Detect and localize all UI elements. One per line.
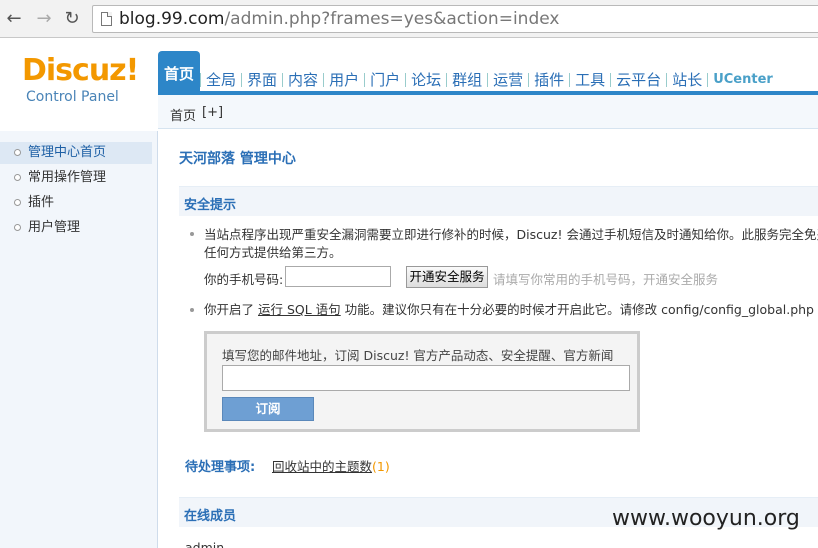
sidebar-item-label: 管理中心首页 — [28, 145, 107, 160]
open-security-service-button[interactable]: 开通安全服务 — [406, 266, 488, 288]
breadcrumb: 首页 [+] — [158, 95, 818, 129]
sidebar-item-label: 插件 — [28, 195, 55, 210]
tab-13[interactable]: UCenter — [708, 66, 778, 94]
tab-4[interactable]: 用户 — [324, 66, 364, 94]
security-tip-text-cont: 任何方式提供给第三方。 — [204, 245, 342, 260]
sidebar-item-plugins[interactable]: 插件 — [0, 192, 152, 214]
sidebar-item-home[interactable]: 管理中心首页 — [0, 142, 152, 164]
reload-icon[interactable]: ↻ — [62, 8, 82, 30]
security-tip-text: 当站点程序出现严重安全漏洞需要立即进行修补的时候，Discuz! 会通过手机短信… — [204, 227, 818, 242]
tab-10[interactable]: 工具 — [570, 66, 610, 94]
back-arrow-icon[interactable]: ← — [4, 8, 24, 30]
tab-1[interactable]: 全局 — [201, 66, 241, 94]
bullet-icon — [14, 174, 21, 181]
watermark: www.wooyun.org — [612, 506, 800, 531]
security-section-header: 安全提示 — [179, 186, 818, 216]
phone-hint: 请填写你常用的手机号码，开通安全服务 — [493, 272, 719, 287]
online-user[interactable]: admin — [185, 540, 224, 548]
sidebar: 管理中心首页 常用操作管理 插件 用户管理 — [0, 131, 158, 548]
tab-11[interactable]: 云平台 — [611, 66, 666, 94]
recycle-bin-link[interactable]: 回收站中的主题数 — [272, 459, 372, 474]
page-title: 天河部落 管理中心 — [179, 151, 296, 167]
tab-12[interactable]: 站长 — [667, 66, 707, 94]
section-title: 在线成员 — [184, 509, 237, 524]
tab-7[interactable]: 群组 — [447, 66, 487, 94]
subscribe-box: 填写您的邮件地址，订阅 Discuz! 官方产品动态、安全提醒、官方新闻 订阅 — [204, 331, 640, 432]
bullet-icon — [190, 232, 194, 236]
tab-5[interactable]: 门户 — [365, 66, 405, 94]
pending-label: 待处理事项: — [185, 460, 256, 475]
phone-number-input[interactable] — [285, 266, 391, 287]
subscribe-button[interactable]: 订阅 — [222, 397, 314, 421]
run-sql-link[interactable]: 运行 SQL 语句 — [258, 302, 341, 317]
url-text[interactable]: blog.99.com/admin.php?frames=yes&action=… — [119, 9, 559, 29]
subscribe-label: 填写您的邮件地址，订阅 Discuz! 官方产品动态、安全提醒、官方新闻 — [222, 348, 614, 363]
add-shortcut-link[interactable]: [+] — [202, 105, 223, 120]
section-title: 安全提示 — [184, 198, 237, 213]
sql-tip-text: 你开启了 运行 SQL 语句 功能。建议你只有在十分必要的时候才开启此它。请修改… — [204, 302, 818, 317]
bullet-icon — [14, 199, 21, 206]
phone-label: 你的手机号码: — [204, 272, 284, 287]
pending-count: (1) — [372, 459, 390, 474]
sidebar-item-label: 常用操作管理 — [28, 170, 107, 185]
sidebar-item-common-ops[interactable]: 常用操作管理 — [0, 167, 152, 189]
tab-3[interactable]: 内容 — [283, 66, 323, 94]
email-field[interactable] — [222, 365, 630, 391]
main-nav: 首页 全局 界面 内容 用户 门户 论坛 群组 运营 插件 工具 云平台 站长 UCenter — [158, 51, 778, 94]
tab-0[interactable]: 首页 — [158, 51, 201, 94]
tab-2[interactable]: 界面 — [242, 66, 282, 94]
bullet-icon — [14, 149, 21, 156]
sidebar-item-label: 用户管理 — [28, 220, 81, 235]
main-content: 天河部落 管理中心 安全提示 当站点程序出现严重安全漏洞需要立即进行修补的时候，… — [170, 131, 818, 548]
logo-subtitle: Control Panel — [26, 89, 119, 105]
bullet-icon — [190, 308, 194, 312]
pending-item[interactable]: 回收站中的主题数(1) — [272, 456, 390, 475]
browser-toolbar: ← → ↻ blog.99.com/admin.php?frames=yes&a… — [0, 0, 818, 38]
breadcrumb-home[interactable]: 首页 — [170, 105, 196, 124]
tab-9[interactable]: 插件 — [529, 66, 569, 94]
tab-6[interactable]: 论坛 — [406, 66, 446, 94]
page-icon — [101, 12, 112, 26]
bullet-icon — [14, 224, 21, 231]
sidebar-item-users[interactable]: 用户管理 — [0, 217, 152, 239]
tab-8[interactable]: 运营 — [488, 66, 528, 94]
discuz-logo[interactable]: Discuz! — [22, 55, 139, 87]
address-bar[interactable]: blog.99.com/admin.php?frames=yes&action=… — [92, 5, 818, 33]
forward-arrow-icon[interactable]: → — [34, 8, 54, 30]
